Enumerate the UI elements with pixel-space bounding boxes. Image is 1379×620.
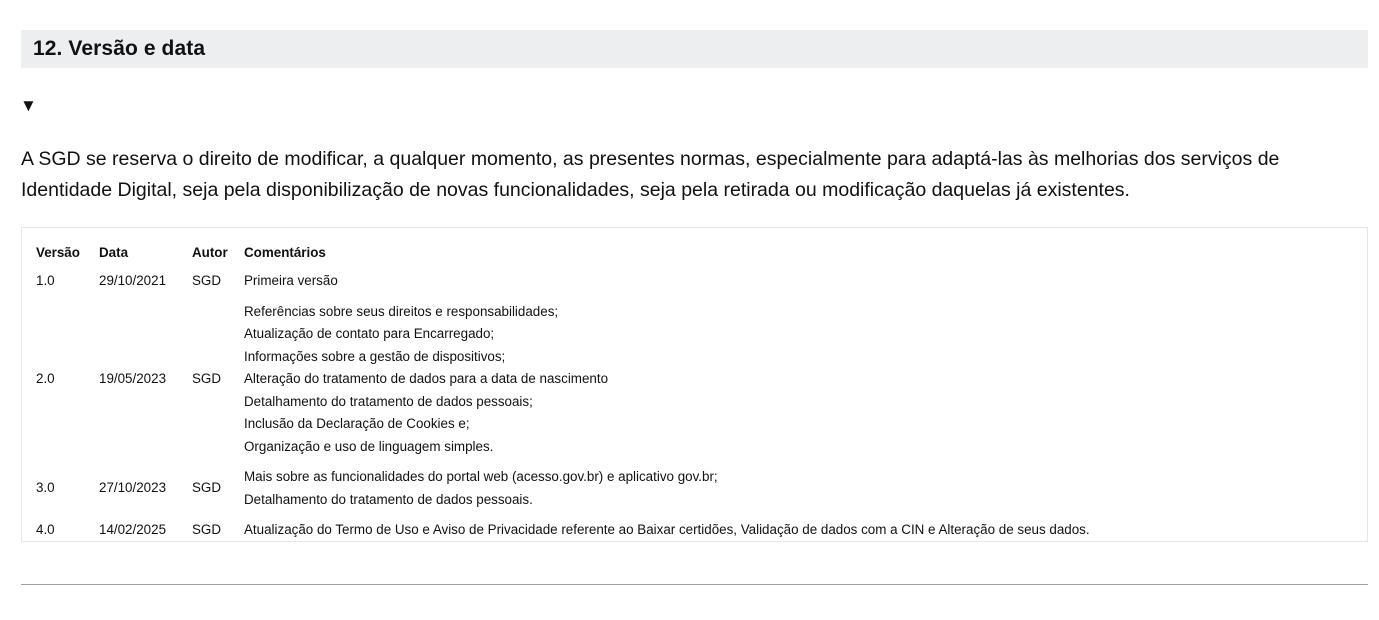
column-header-version: Versão [36, 245, 80, 260]
cell-comments: Referências sobre seus direitos e respon… [240, 297, 1098, 463]
cell-version: 1.0 [36, 273, 55, 288]
cell-comments: Mais sobre as funcionalidades do portal … [240, 462, 1098, 515]
comment-line: Detalhamento do tratamento de dados pess… [244, 491, 533, 507]
cell-author: SGD [192, 371, 222, 386]
comment-line: Mais sobre as funcionalidades do portal … [244, 469, 718, 484]
section-title: 12. Versão e data [33, 37, 206, 60]
table-body: 1.0 29/10/2021 SGD Primeira versão 2.0 19/05/… [32, 266, 1098, 546]
cell-author: SGD [192, 522, 222, 537]
cell-date: 14/02/2025 [99, 522, 167, 537]
cell-comments: Atualização do Termo de Uso e Aviso de P… [240, 515, 1098, 546]
section-paragraph: A SGD se reserva o direito de modificar,… [21, 148, 1280, 201]
horizontal-divider [21, 584, 1368, 585]
comment-line: Detalhamento do tratamento de dados pess… [244, 393, 533, 409]
table-header-row: Versão Data Autor Comentários [32, 239, 1098, 266]
version-table-container: Versão Data Autor Comentários 1.0 29/10/2… [21, 227, 1368, 542]
comment-line: Organização e uso de linguagem simples. [244, 438, 494, 454]
comment-line: Primeira versão [244, 273, 338, 288]
cell-date: 19/05/2023 [99, 371, 167, 386]
section-header: 12. Versão e data [21, 30, 1368, 68]
cell-version: 3.0 [36, 480, 55, 496]
comment-line: Informações sobre a gestão de dispositiv… [244, 348, 506, 364]
comment-line: Referências sobre seus direitos e respon… [244, 303, 559, 319]
column-header-date: Data [99, 245, 129, 260]
table-row: 2.0 19/05/2023 SGD Referências sobre seus d… [32, 297, 1098, 463]
cell-version: 4.0 [36, 522, 55, 537]
comment-line: Atualização de contato para Encarregado; [244, 326, 495, 341]
page: 12. Versão e data ▼ A SGD se reserva o d… [0, 0, 1379, 620]
comment-line: Inclusão da Declaração de Cookies e; [244, 416, 470, 431]
comment-line: Alteração do tratamento de dados para a … [244, 371, 609, 386]
cell-comments: Primeira versão [240, 266, 1098, 297]
column-header-author: Autor [192, 245, 228, 260]
table-row: 3.0 27/10/2023 SGD Mais sobre as funcionali… [32, 462, 1098, 515]
expand-collapse-toggle-icon[interactable]: ▼ [20, 96, 37, 116]
version-table: Versão Data Autor Comentários 1.0 29/10/2… [32, 239, 1098, 546]
comment-line: Atualização do Termo de Uso e Aviso de P… [244, 522, 1090, 537]
column-header-comments: Comentários [244, 245, 326, 260]
cell-version: 2.0 [36, 371, 55, 386]
table-row: 4.0 14/02/2025 SGD Atualização do Termo de … [32, 515, 1098, 546]
cell-date: 29/10/2021 [99, 273, 167, 288]
cell-author: SGD [192, 480, 222, 496]
table-row: 1.0 29/10/2021 SGD Primeira versão [32, 266, 1098, 297]
cell-date: 27/10/2023 [99, 480, 167, 496]
cell-author: SGD [192, 273, 222, 288]
